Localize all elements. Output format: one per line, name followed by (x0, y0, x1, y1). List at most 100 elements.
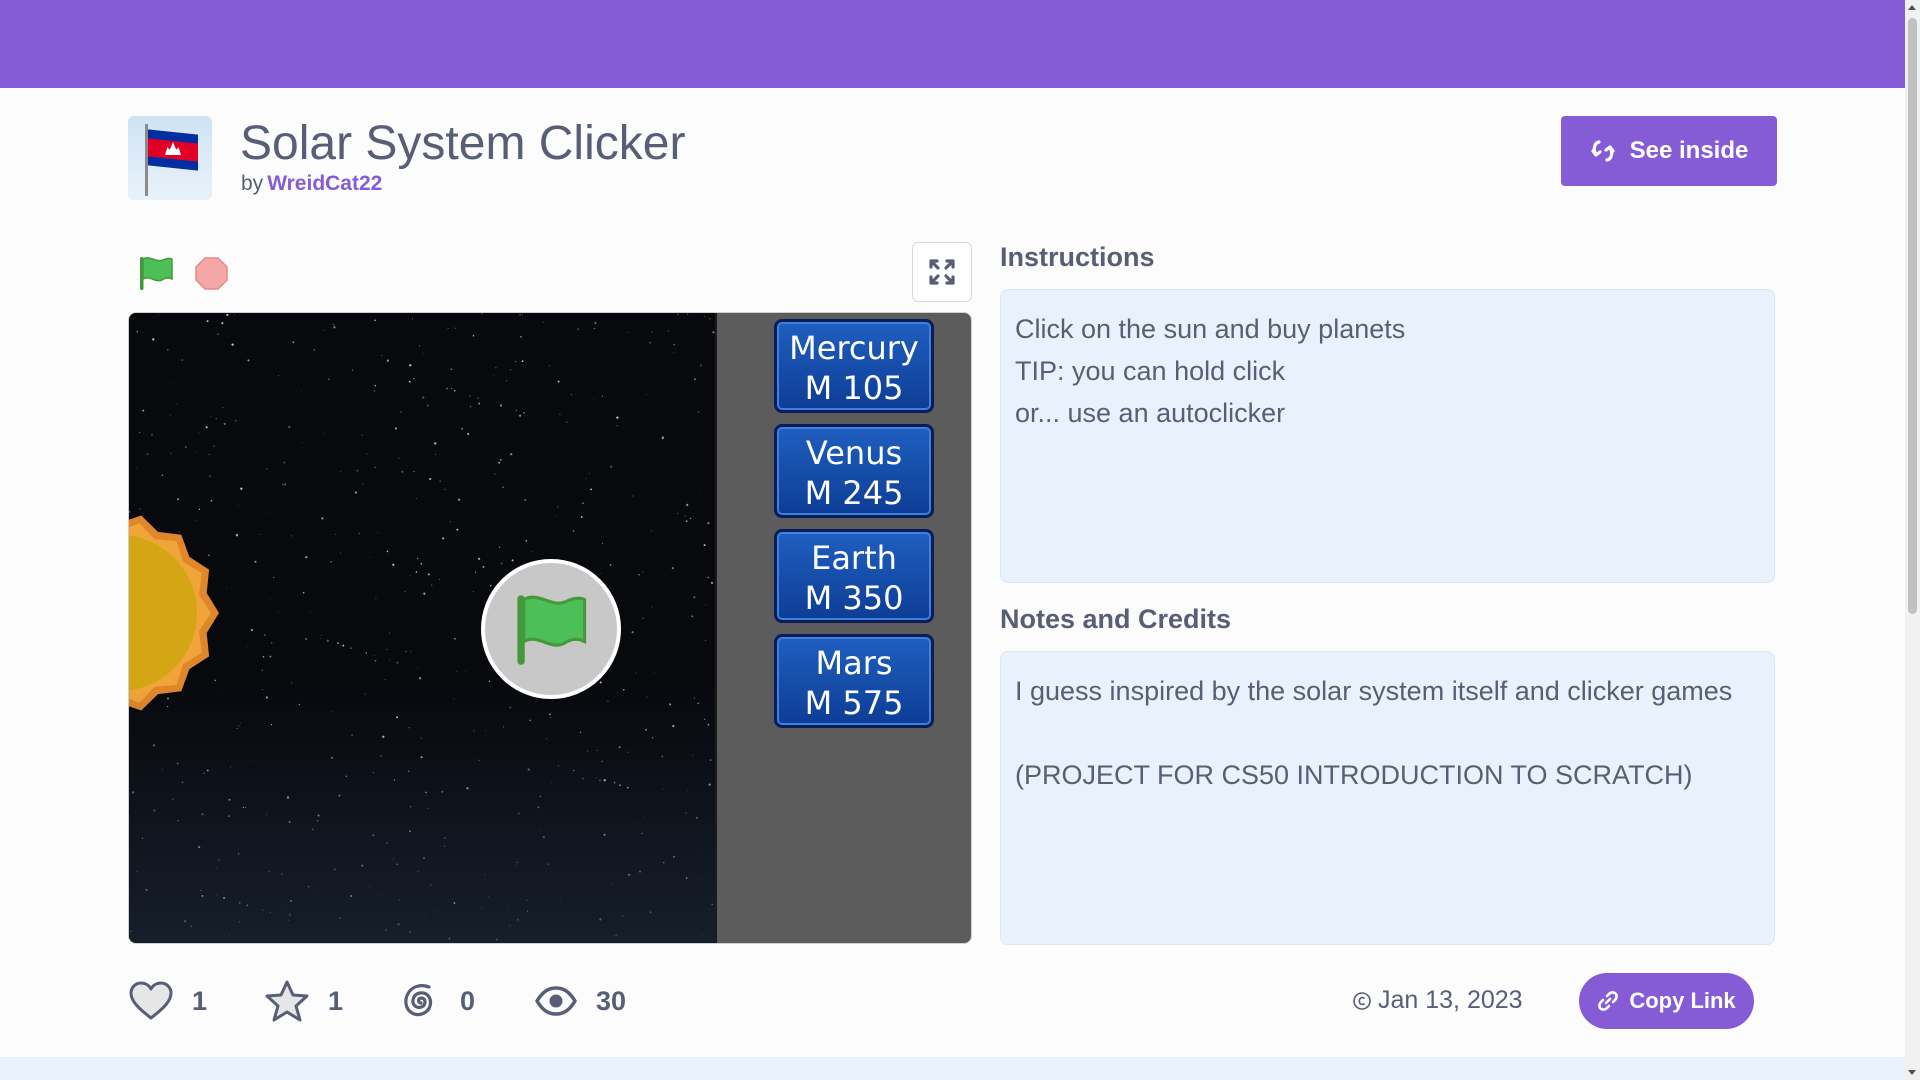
vertical-scrollbar[interactable] (1905, 0, 1920, 1080)
star (208, 453, 210, 456)
star (685, 811, 688, 814)
star (697, 702, 699, 705)
star (374, 319, 376, 322)
star (663, 788, 665, 790)
star (265, 696, 269, 699)
star (689, 517, 692, 520)
star (319, 637, 321, 639)
favorite-stat[interactable]: 1 (264, 976, 343, 1026)
buy-venus-button[interactable]: Venus M 245 (774, 424, 934, 518)
star (277, 612, 279, 614)
star (417, 667, 418, 668)
star (176, 403, 178, 405)
star (205, 426, 208, 429)
star (631, 631, 634, 634)
star (509, 369, 512, 371)
notes-line: I guess inspired by the solar system its… (1015, 676, 1733, 706)
star (269, 598, 271, 600)
planet-cost: M 575 (804, 684, 904, 722)
star (206, 769, 209, 772)
project-thumbnail[interactable] (128, 116, 212, 200)
star (321, 635, 323, 636)
star (422, 396, 425, 399)
star (652, 737, 654, 739)
star (711, 903, 713, 906)
star (259, 533, 261, 535)
star (593, 398, 595, 400)
star (503, 726, 504, 728)
star (646, 394, 648, 396)
star (594, 322, 597, 324)
star (416, 557, 419, 560)
star (654, 671, 656, 673)
star (372, 834, 375, 837)
share-date: Jan 13, 2023 (1352, 986, 1523, 1015)
star (526, 910, 529, 912)
stop-button[interactable] (194, 256, 229, 291)
link-icon (1598, 991, 1619, 1011)
star (499, 458, 502, 462)
star (487, 895, 489, 897)
star (321, 517, 324, 520)
star (650, 530, 652, 532)
copy-link-button[interactable]: Copy Link (1579, 973, 1754, 1029)
star (246, 904, 249, 907)
star (549, 365, 551, 366)
planet-cost: M 245 (804, 474, 904, 512)
star (715, 451, 716, 452)
star (661, 755, 664, 758)
star (288, 425, 291, 429)
author-link[interactable]: WreidCat22 (267, 172, 382, 195)
love-stat[interactable]: 1 (128, 976, 207, 1026)
star (616, 416, 619, 419)
star (651, 331, 653, 333)
star (362, 483, 364, 486)
project-stage[interactable]: Mercury M 105 Venus M 245 Earth M 350 Ma… (128, 312, 972, 944)
see-inside-button[interactable]: See inside (1561, 116, 1777, 186)
star (233, 314, 235, 315)
star (451, 387, 453, 389)
sun-sprite[interactable] (129, 513, 219, 713)
star (142, 837, 144, 839)
star (227, 336, 229, 337)
star (697, 877, 699, 879)
star (710, 581, 714, 585)
star (181, 781, 184, 784)
star (707, 521, 710, 525)
star (428, 465, 430, 466)
star (283, 761, 284, 763)
remix-arrows-icon (1591, 140, 1615, 162)
star (611, 883, 613, 885)
scroll-up-arrow-icon[interactable] (1908, 5, 1916, 10)
buy-mars-button[interactable]: Mars M 575 (774, 634, 934, 728)
star (442, 537, 445, 540)
star (338, 794, 341, 797)
buy-earth-button[interactable]: Earth M 350 (774, 529, 934, 623)
star (226, 313, 229, 316)
star (685, 520, 688, 523)
favorite-count: 1 (328, 985, 344, 1016)
star (208, 475, 211, 478)
space-background (129, 313, 717, 943)
scroll-down-arrow-icon[interactable] (1908, 1070, 1916, 1075)
star (699, 364, 702, 367)
star (162, 439, 164, 441)
star (337, 642, 339, 644)
star (638, 574, 640, 576)
star (401, 470, 404, 473)
star (282, 906, 284, 908)
star (396, 716, 399, 719)
star (220, 690, 221, 692)
star (300, 390, 302, 392)
star (269, 912, 271, 914)
fullscreen-button[interactable] (912, 242, 972, 302)
star (408, 726, 411, 729)
green-flag-button[interactable] (136, 253, 176, 293)
star (641, 832, 643, 835)
star (602, 542, 604, 544)
scrollbar-thumb[interactable] (1908, 18, 1917, 614)
play-overlay-button[interactable] (481, 559, 621, 699)
star (384, 679, 386, 680)
star (132, 690, 134, 693)
buy-mercury-button[interactable]: Mercury M 105 (774, 319, 934, 413)
